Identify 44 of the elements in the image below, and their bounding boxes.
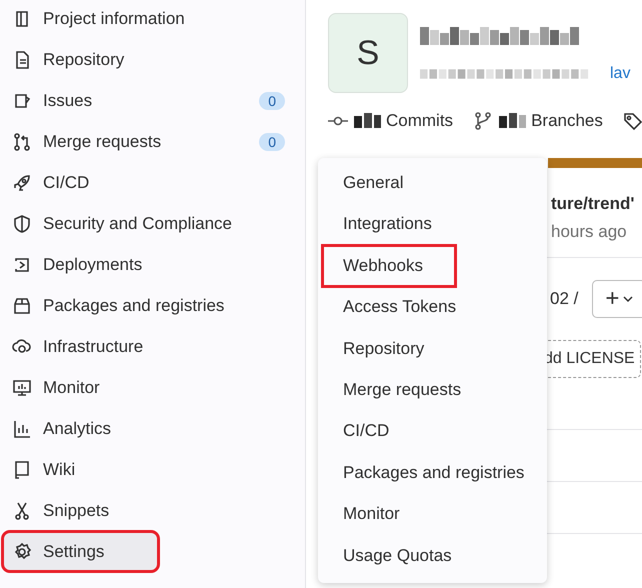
sidebar-item[interactable]: Repository bbox=[4, 41, 297, 78]
stat-link[interactable]: Branches bbox=[473, 111, 603, 131]
tag-icon[interactable] bbox=[622, 111, 642, 131]
sidebar-item[interactable]: Project information bbox=[4, 0, 297, 37]
commit-time: hours ago bbox=[551, 222, 628, 242]
pixelated-count bbox=[354, 113, 384, 129]
branch-icon bbox=[473, 111, 494, 131]
sidebar-icon bbox=[12, 214, 32, 234]
menu-item[interactable]: CI/CD bbox=[318, 412, 547, 450]
menu-item[interactable]: Monitor bbox=[318, 496, 547, 533]
sidebar-item[interactable]: CI/CD bbox=[4, 164, 297, 201]
add-button[interactable]: + bbox=[592, 280, 642, 318]
breadcrumb-path: 02 / bbox=[550, 289, 578, 309]
sidebar-item[interactable]: Monitor bbox=[4, 369, 297, 406]
sidebar-item[interactable]: Wiki bbox=[4, 451, 297, 488]
menu-item[interactable]: Integrations bbox=[318, 205, 547, 242]
count-badge: 0 bbox=[259, 132, 285, 150]
menu-item[interactable]: Webhooks bbox=[321, 244, 457, 288]
project-avatar: S bbox=[328, 13, 408, 93]
sidebar-icon bbox=[12, 172, 32, 192]
sidebar-item[interactable]: Snippets bbox=[4, 492, 297, 529]
sidebar-icon bbox=[12, 460, 32, 480]
sidebar-item[interactable]: Packages and registries bbox=[4, 287, 297, 324]
sidebar-icon bbox=[12, 296, 32, 316]
count-badge: 0 bbox=[259, 92, 285, 110]
menu-item[interactable]: General bbox=[318, 164, 547, 201]
menu-item[interactable]: Access Tokens bbox=[318, 288, 547, 326]
sidebar-icon bbox=[12, 378, 32, 398]
sidebar-item[interactable]: Analytics bbox=[4, 410, 297, 447]
sidebar-item[interactable]: Issues 0 bbox=[4, 82, 297, 119]
menu-item[interactable]: Packages and registries bbox=[318, 454, 547, 492]
sidebar-item[interactable]: Security and Compliance bbox=[4, 205, 297, 242]
sidebar-item[interactable]: Merge requests 0 bbox=[4, 123, 297, 160]
commit-title: ture/trend' bbox=[551, 194, 636, 214]
project-link[interactable]: lav bbox=[610, 65, 630, 83]
chevron-down-icon bbox=[623, 294, 634, 304]
sidebar-icon bbox=[12, 132, 32, 152]
sidebar-item[interactable]: Infrastructure bbox=[4, 328, 297, 365]
menu-item[interactable]: Usage Quotas bbox=[318, 537, 547, 574]
stat-link[interactable]: Commits bbox=[328, 111, 454, 131]
sidebar-icon bbox=[12, 542, 32, 562]
sidebar-icon bbox=[12, 418, 32, 438]
sidebar-item[interactable]: Deployments bbox=[4, 246, 297, 283]
sidebar-item[interactable]: Settings bbox=[4, 533, 157, 570]
